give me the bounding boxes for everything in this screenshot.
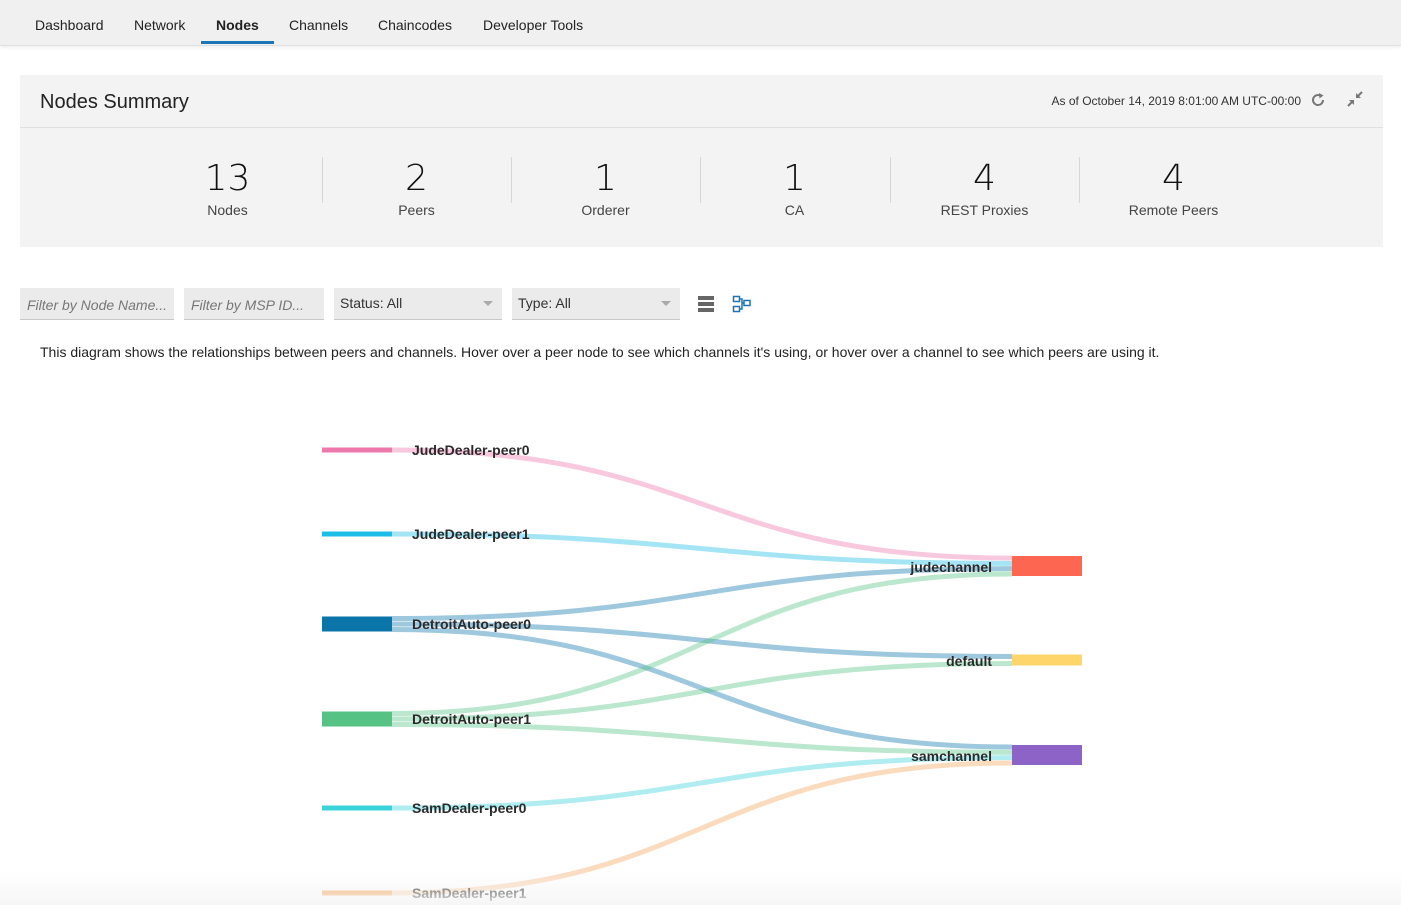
tab-dashboard[interactable]: Dashboard (20, 0, 119, 45)
status-select[interactable]: Status: All (334, 288, 502, 320)
tab-nodes[interactable]: Nodes (201, 0, 274, 45)
collapse-icon[interactable] (1346, 90, 1364, 108)
msp-id-filter-input[interactable] (191, 290, 317, 319)
stat-value: 1 (783, 158, 806, 199)
stat-label: CA (784, 202, 805, 218)
stat-label: Orderer (581, 202, 630, 218)
stat-label: Peers (398, 202, 435, 218)
peer-node-label[interactable]: SamDealer-peer1 (412, 885, 527, 901)
channel-node-label[interactable]: judechannel (909, 559, 992, 575)
stat-orderer: 1 Orderer (511, 158, 700, 219)
stat-label: REST Proxies (940, 202, 1029, 218)
stat-value: 4 (973, 158, 996, 199)
status-select-value: Status: All (340, 295, 403, 311)
stat-rest-proxies: 4 REST Proxies (890, 158, 1079, 219)
msp-id-filter[interactable] (184, 288, 324, 320)
node-name-filter[interactable] (20, 288, 174, 320)
tab-chaincodes[interactable]: Chaincodes (363, 0, 467, 45)
peer-node-label[interactable]: DetroitAuto-peer1 (412, 711, 531, 727)
list-view-icon[interactable] (696, 294, 716, 314)
peer-channel-diagram: JudeDealer-peer0 JudeDealer-peer1 DetroitA… (322, 442, 1082, 901)
stat-ca: 1 CA (700, 158, 889, 219)
channel-node-bar[interactable] (1012, 556, 1082, 576)
channel-node-bar[interactable] (1012, 654, 1082, 666)
peer-node-bar[interactable] (322, 711, 392, 727)
nodes-summary-panel: Nodes Summary As of October 14, 2019 8:0… (20, 75, 1383, 247)
type-select-value: Type: All (518, 295, 571, 311)
link-DetroitAuto-peer0-judechannel[interactable] (391, 566, 1013, 621)
top-navigation: Dashboard Network Nodes Channels Chainco… (0, 0, 1401, 46)
peer-node-label[interactable]: DetroitAuto-peer0 (412, 616, 531, 632)
stat-label: Nodes (207, 202, 248, 218)
stat-nodes: 13 Nodes (133, 158, 322, 219)
stat-remote-peers: 4 Remote Peers (1079, 158, 1268, 219)
stat-value: 1 (594, 158, 617, 199)
chevron-down-icon (483, 301, 493, 306)
peer-node-label[interactable]: JudeDealer-peer1 (412, 526, 530, 542)
tab-channels[interactable]: Channels (274, 0, 363, 45)
as-of-timestamp: As of October 14, 2019 8:01:00 AM UTC-00… (1051, 94, 1301, 108)
refresh-icon[interactable] (1309, 91, 1327, 109)
channel-node-bar[interactable] (1012, 745, 1082, 765)
stat-value: 2 (405, 158, 428, 199)
stat-value: 13 (204, 158, 251, 199)
peer-node-bar[interactable] (322, 890, 392, 896)
stat-peers: 2 Peers (322, 158, 511, 219)
link-DetroitAuto-peer0-samchannel[interactable] (391, 627, 1013, 750)
tab-network[interactable]: Network (119, 0, 200, 45)
diagram-view-icon[interactable] (732, 294, 752, 314)
tab-developer-tools[interactable]: Developer Tools (468, 0, 598, 45)
peer-node-bar[interactable] (322, 805, 392, 811)
diagram-links (391, 447, 1013, 896)
channel-node-label[interactable]: default (946, 653, 992, 669)
peer-node-bar[interactable] (322, 531, 392, 537)
peer-node-bar[interactable] (322, 616, 392, 632)
summary-title: Nodes Summary (40, 91, 189, 113)
summary-header: Nodes Summary As of October 14, 2019 8:0… (20, 75, 1383, 128)
chevron-down-icon (661, 301, 671, 306)
diagram-nodes: JudeDealer-peer0 JudeDealer-peer1 DetroitA… (322, 442, 1082, 901)
peer-node-bar[interactable] (322, 447, 392, 453)
peer-node-label[interactable]: JudeDealer-peer0 (412, 442, 530, 458)
stat-label: Remote Peers (1128, 202, 1219, 218)
stat-value: 4 (1162, 158, 1185, 199)
type-select[interactable]: Type: All (512, 288, 680, 320)
channel-node-label[interactable]: samchannel (911, 748, 992, 764)
peer-node-label[interactable]: SamDealer-peer0 (412, 800, 527, 816)
node-name-filter-input[interactable] (27, 290, 167, 319)
diagram-description: This diagram shows the relationships bet… (40, 344, 1160, 360)
